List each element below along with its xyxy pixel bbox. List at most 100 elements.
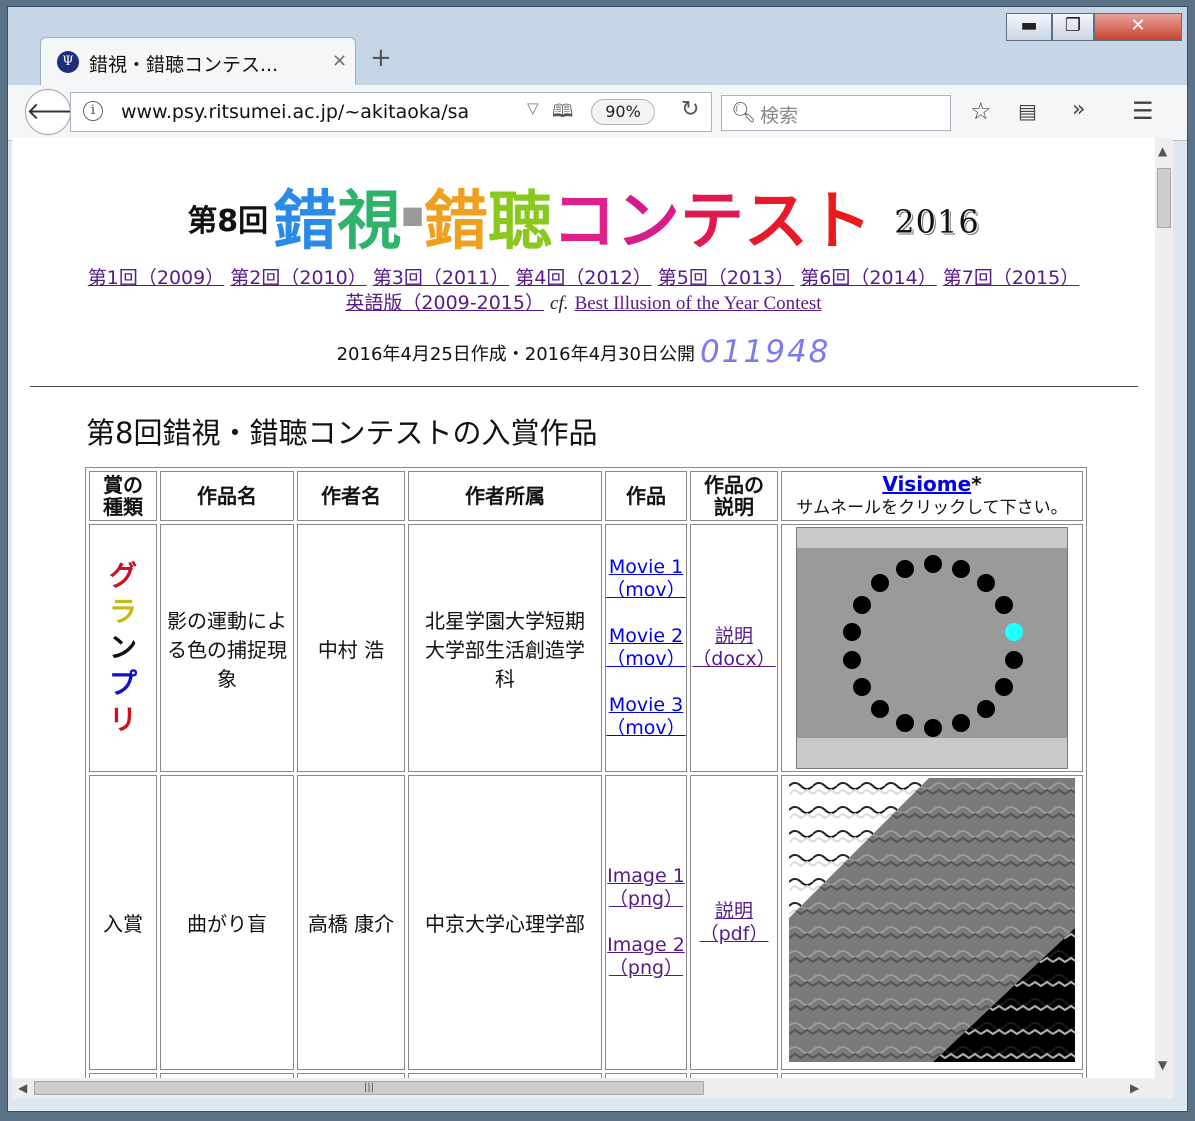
table-row: グ ラ ン プ リ 影の運動による色の捕捉現象 中村 浩 北星学園大学短期大学部… bbox=[89, 524, 1083, 772]
section-title: 第8回錯視・錯聴コンテストの入賞作品 bbox=[86, 416, 598, 450]
new-tab-button[interactable]: + bbox=[370, 43, 392, 73]
movie-3-link[interactable]: Movie 3（mov） bbox=[606, 694, 686, 740]
cyan-dot bbox=[1004, 622, 1023, 641]
black-dot bbox=[852, 678, 871, 696]
header-label: 作品の説明 bbox=[704, 473, 764, 519]
reload-icon[interactable]: ↻ bbox=[681, 97, 699, 122]
search-input[interactable]: 🔍︎ 検索 bbox=[721, 95, 951, 131]
close-tab-icon[interactable]: × bbox=[332, 50, 347, 71]
maximize-button[interactable]: ❐ bbox=[1052, 13, 1094, 41]
affiliation-cell: 北星学園大学短期大学部生活創造学科 bbox=[408, 524, 602, 772]
past-contest-link-7[interactable]: 第7回（2015） bbox=[943, 267, 1079, 289]
header-explanation: 作品の説明 bbox=[690, 471, 778, 521]
scroll-right-icon[interactable]: ▶ bbox=[1130, 1081, 1139, 1095]
scroll-thumb[interactable] bbox=[1157, 168, 1171, 228]
visit-counter: 011948 bbox=[700, 334, 831, 370]
scroll-left-icon[interactable]: ◀ bbox=[18, 1081, 27, 1095]
address-bar[interactable]: i www.psy.ritsumei.ac.jp/~akitaoka/sa ▽ … bbox=[70, 92, 712, 132]
best-illusion-link[interactable]: Best Illusion of the Year Contest bbox=[575, 293, 822, 314]
movie-thumbnail[interactable] bbox=[796, 527, 1068, 769]
title-char: ス bbox=[743, 185, 808, 259]
page-content: 第8回 錯視■錯聴コンテスト 2016 第1回（2009） 第2回（2010） … bbox=[12, 138, 1155, 1078]
black-dot bbox=[843, 651, 862, 670]
title-char: 錯 bbox=[423, 185, 488, 259]
black-dot bbox=[976, 574, 995, 593]
search-icon: 🔍︎ bbox=[731, 100, 757, 124]
past-contest-link-5[interactable]: 第5回（2013） bbox=[658, 267, 794, 289]
overflow-chevron-icon[interactable]: » bbox=[1072, 97, 1085, 122]
black-dot bbox=[952, 559, 971, 578]
vertical-scrollbar[interactable]: ▲ ▼ bbox=[1155, 138, 1173, 1078]
image-1-link[interactable]: Image 1（png） bbox=[606, 865, 686, 911]
browser-tab[interactable]: Ψ 錯視・錯聴コンテス... × bbox=[40, 37, 356, 85]
title-char: ト bbox=[807, 185, 872, 259]
past-contest-link-3[interactable]: 第3回（2011） bbox=[373, 267, 509, 289]
reader-view-icon[interactable]: 🕮 bbox=[552, 99, 573, 129]
scroll-up-icon[interactable]: ▲ bbox=[1158, 144, 1167, 158]
past-contest-link-6[interactable]: 第6回（2014） bbox=[800, 267, 936, 289]
award-cell: 入賞 bbox=[89, 775, 157, 1070]
reading-list-icon[interactable]: ▤ bbox=[1018, 99, 1037, 123]
visiome-link[interactable]: Visiome bbox=[882, 472, 971, 496]
curvature-blindness-thumbnail[interactable] bbox=[789, 778, 1075, 1062]
english-version-link[interactable]: 英語版（2009-2015） bbox=[345, 292, 544, 314]
past-contest-link-2[interactable]: 第2回（2010） bbox=[230, 267, 366, 289]
movie-2-link[interactable]: Movie 2（mov） bbox=[606, 625, 686, 671]
visiome-thumbnail-cell bbox=[781, 524, 1083, 772]
title-separator: ■ bbox=[401, 201, 424, 229]
title-char: コ bbox=[551, 185, 616, 259]
zoom-level[interactable]: 90% bbox=[591, 99, 655, 125]
scroll-down-icon[interactable]: ▼ bbox=[1158, 1058, 1167, 1072]
black-dot bbox=[843, 622, 862, 641]
award-vertical-text: グ ラ ン プ リ bbox=[109, 558, 137, 738]
explanation-docx-link[interactable]: 説明（docx） bbox=[691, 625, 777, 671]
horizontal-scrollbar[interactable]: ◀ ||| ▶ bbox=[12, 1078, 1173, 1098]
contest-title: 錯視■錯聴コンテスト bbox=[273, 185, 894, 259]
explanation-pdf-link[interactable]: 説明（pdf） bbox=[691, 900, 777, 946]
header-affiliation: 作者所属 bbox=[408, 471, 602, 521]
black-dot bbox=[871, 574, 890, 593]
black-dot bbox=[976, 699, 995, 718]
awards-table: 賞の種類 作品名 作者名 作者所属 作品 作品の説明 Visiome* サムネー… bbox=[85, 467, 1087, 1078]
affiliation-cell: 中京大学心理学部 bbox=[408, 775, 602, 1070]
header-author: 作者名 bbox=[297, 471, 405, 521]
works-cell: Movie 1（mov） Movie 2（mov） Movie 3（mov） bbox=[605, 524, 687, 772]
explanation-cell: 説明（docx） bbox=[690, 524, 778, 772]
visiome-note: サムネールをクリックして下さい。 bbox=[796, 498, 1068, 518]
image-2-link[interactable]: Image 2（png） bbox=[606, 934, 686, 980]
chevron-down-icon[interactable]: ▽ bbox=[527, 99, 539, 117]
title-char: 錯 bbox=[273, 185, 338, 259]
title-char: 視 bbox=[337, 185, 402, 259]
author-cell: 高橋 康介 bbox=[297, 775, 405, 1070]
psi-favicon-icon: Ψ bbox=[57, 51, 79, 73]
award-char: ン bbox=[108, 631, 137, 664]
hamburger-menu-icon[interactable]: ☰ bbox=[1132, 97, 1154, 125]
black-dot bbox=[924, 719, 942, 737]
past-contest-link-1[interactable]: 第1回（2009） bbox=[88, 267, 224, 289]
movie-1-link[interactable]: Movie 1（mov） bbox=[606, 556, 686, 602]
date-line: 2016年4月25日作成・2016年4月30日公開 011948 bbox=[12, 334, 1155, 370]
black-dot bbox=[871, 699, 890, 718]
past-contest-link-4[interactable]: 第4回（2012） bbox=[515, 267, 651, 289]
works-cell: Image 1（png） Image 2（png） bbox=[605, 775, 687, 1070]
navigation-toolbar: 🡐 i www.psy.ritsumei.ac.jp/~akitaoka/sa … bbox=[8, 85, 1187, 141]
award-char: グ bbox=[108, 559, 137, 592]
table-header-row: 賞の種類 作品名 作者名 作者所属 作品 作品の説明 Visiome* サムネー… bbox=[89, 471, 1083, 521]
award-char: リ bbox=[108, 703, 137, 736]
past-contest-links: 第1回（2009） 第2回（2010） 第3回（2011） 第4回（2012） … bbox=[12, 263, 1155, 290]
minimize-button[interactable]: ▬ bbox=[1006, 13, 1052, 41]
star-bookmark-icon[interactable]: ☆ bbox=[970, 97, 992, 125]
close-window-button[interactable]: ✕ bbox=[1094, 13, 1182, 41]
url-text[interactable]: www.psy.ritsumei.ac.jp/~akitaoka/sa bbox=[121, 101, 517, 123]
header-visiome: Visiome* サムネールをクリックして下さい。 bbox=[781, 471, 1083, 521]
black-dot bbox=[995, 596, 1013, 614]
visiome-asterisk: * bbox=[971, 472, 982, 496]
black-dot bbox=[895, 714, 914, 733]
scroll-thumb[interactable]: ||| bbox=[34, 1081, 704, 1095]
black-dot bbox=[924, 555, 942, 573]
divider bbox=[30, 386, 1138, 387]
back-button[interactable]: 🡐 bbox=[25, 89, 90, 135]
player-titlebar bbox=[797, 528, 1067, 548]
info-icon[interactable]: i bbox=[83, 101, 103, 121]
black-dot bbox=[952, 714, 971, 733]
